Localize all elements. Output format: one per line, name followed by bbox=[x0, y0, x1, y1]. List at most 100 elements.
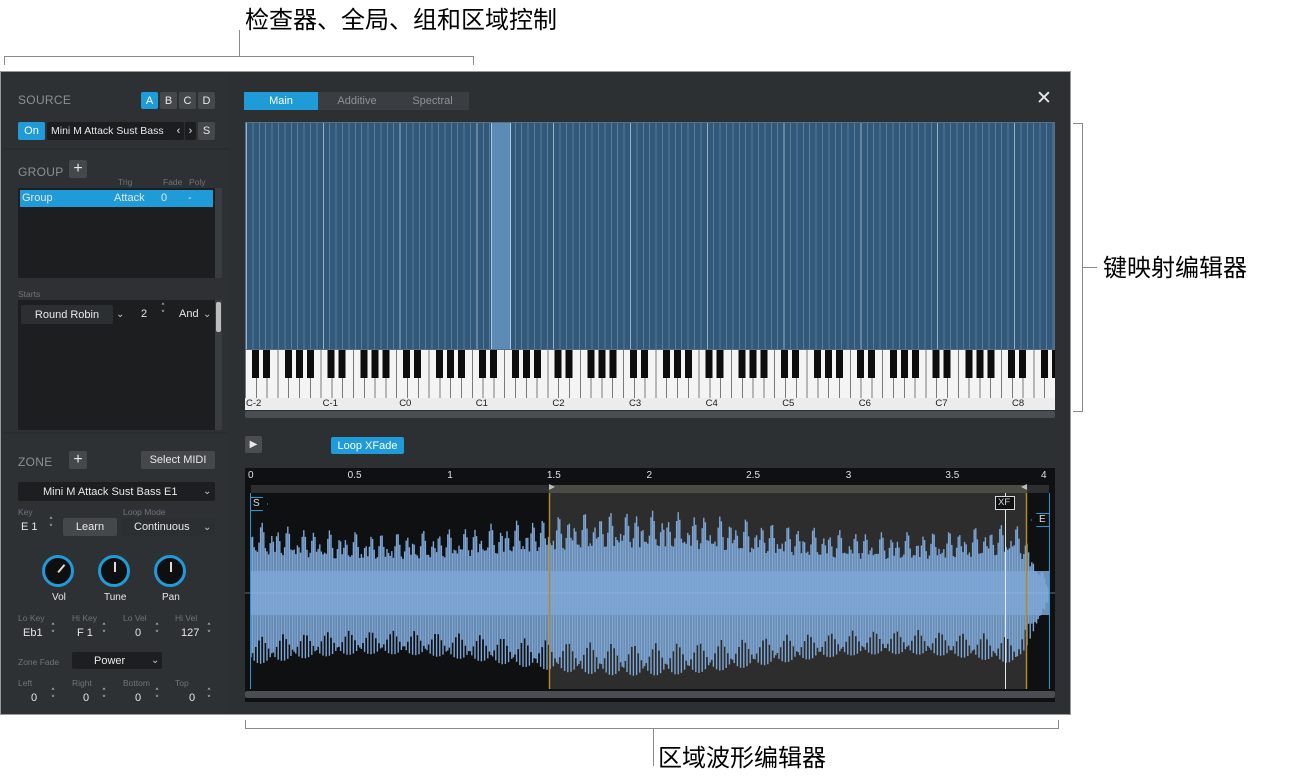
octave-label: C-2 bbox=[246, 398, 262, 409]
left-value[interactable]: 0 bbox=[31, 692, 37, 704]
editor-panel: Main Additive Spectral ✕ C-2 C-1 C0 C1 C2 C3 C… bbox=[230, 74, 1068, 714]
and-chevron-icon[interactable]: ⌄ bbox=[203, 309, 211, 320]
right-stepper-icon[interactable]: ˄ ˅ bbox=[100, 689, 108, 705]
lo-key-value[interactable]: Eb1 bbox=[23, 627, 43, 639]
loop-mode-chevron-icon[interactable]: ⌄ bbox=[203, 522, 211, 533]
group-section: GROUP + Trig Fade Poly Group Attack 0 - … bbox=[3, 150, 229, 432]
source-prev-button[interactable]: ‹ bbox=[173, 122, 184, 140]
octave-label: C4 bbox=[705, 398, 718, 409]
loop-xfade-button[interactable]: Loop XFade bbox=[331, 437, 404, 454]
rr-count-stepper-icon[interactable]: ˄ ˅ bbox=[159, 304, 167, 320]
vol-knob[interactable] bbox=[35, 548, 81, 594]
left-label: Left bbox=[18, 678, 33, 688]
hi-vel-stepper-icon[interactable]: ˄ ˅ bbox=[205, 624, 213, 640]
callout-bracket-bottom bbox=[245, 720, 1059, 729]
keymap-scrollbar[interactable] bbox=[245, 411, 1055, 418]
source-next-button[interactable]: › bbox=[185, 122, 196, 140]
tab-spectral[interactable]: Spectral bbox=[396, 92, 469, 110]
vol-knob-label: Vol bbox=[52, 592, 66, 603]
zone-fade-select[interactable]: Power bbox=[72, 652, 162, 669]
right-label: Right bbox=[72, 678, 92, 688]
waveform-display bbox=[245, 484, 1055, 689]
and-select[interactable]: And bbox=[179, 308, 199, 320]
key-value[interactable]: E 1 bbox=[21, 521, 38, 533]
octave-label: C6 bbox=[858, 398, 871, 409]
group-col-fade: Fade bbox=[163, 177, 183, 187]
callout-leader-top bbox=[239, 30, 240, 56]
sampler-window: SOURCE A B C D On Mini M Attack Sust Bas… bbox=[0, 71, 1071, 715]
group-list-scrollbar[interactable] bbox=[215, 188, 222, 278]
round-robin-select[interactable]: Round Robin bbox=[21, 305, 113, 324]
waveform-scrollbar[interactable] bbox=[245, 691, 1055, 698]
callout-leader-right bbox=[1083, 267, 1097, 268]
hi-key-stepper-icon[interactable]: ˄ ˅ bbox=[100, 624, 108, 640]
octave-label: C2 bbox=[552, 398, 565, 409]
source-on-button[interactable]: On bbox=[18, 122, 45, 140]
starts-area: Round Robin ⌄ 2 ˄ ˅ And ⌄ bbox=[18, 300, 215, 430]
callout-leader-bottom bbox=[653, 729, 654, 766]
hi-vel-value[interactable]: 127 bbox=[181, 627, 199, 639]
source-instrument-field[interactable]: Mini M Attack Sust Bass bbox=[47, 122, 175, 140]
loop-mode-label: Loop Mode bbox=[123, 507, 166, 517]
bottom-stepper-icon[interactable]: ˄ ˅ bbox=[153, 689, 161, 705]
lo-vel-label: Lo Vel bbox=[123, 613, 147, 623]
group-col-poly: Poly bbox=[189, 177, 206, 187]
tab-main[interactable]: Main bbox=[244, 92, 318, 110]
top-value[interactable]: 0 bbox=[189, 692, 195, 704]
zone-name-select[interactable]: Mini M Attack Sust Bass E1 bbox=[18, 482, 215, 501]
source-s-button[interactable]: S bbox=[198, 122, 215, 140]
learn-button[interactable]: Learn bbox=[63, 518, 117, 536]
bottom-value[interactable]: 0 bbox=[135, 692, 141, 704]
group-row[interactable]: Group Attack 0 - bbox=[20, 190, 213, 207]
starts-label: Starts bbox=[18, 289, 41, 299]
pan-knob[interactable] bbox=[154, 555, 186, 587]
group-list: Group Attack 0 - bbox=[18, 188, 215, 278]
keyboard-black-keys[interactable] bbox=[245, 350, 1055, 378]
lo-vel-stepper-icon[interactable]: ˄ ˅ bbox=[153, 624, 161, 640]
tab-additive[interactable]: Additive bbox=[318, 92, 396, 110]
key-map-editor[interactable] bbox=[245, 122, 1055, 350]
pan-knob-label: Pan bbox=[162, 592, 180, 603]
inspector-panel: SOURCE A B C D On Mini M Attack Sust Bas… bbox=[3, 74, 229, 714]
source-c-button[interactable]: C bbox=[179, 92, 196, 109]
select-midi-button[interactable]: Select MIDI bbox=[141, 451, 215, 469]
selected-zone-lane[interactable] bbox=[491, 123, 511, 349]
rr-count-value[interactable]: 2 bbox=[141, 308, 147, 320]
key-label: Key bbox=[18, 507, 33, 517]
callout-bracket-top bbox=[4, 56, 474, 65]
starts-scrollbar[interactable] bbox=[215, 300, 222, 430]
tune-knob[interactable] bbox=[98, 555, 130, 587]
hi-key-value[interactable]: F 1 bbox=[77, 627, 93, 639]
right-value[interactable]: 0 bbox=[83, 692, 89, 704]
sample-start-label: S bbox=[253, 498, 260, 509]
key-stepper-icon[interactable]: ˄ ˅ bbox=[47, 518, 55, 534]
top-stepper-icon[interactable]: ˄ ˅ bbox=[205, 689, 213, 705]
close-icon[interactable]: ✕ bbox=[1036, 87, 1052, 109]
source-a-button[interactable]: A bbox=[141, 92, 158, 109]
hi-key-label: Hi Key bbox=[72, 613, 98, 623]
lo-key-label: Lo Key bbox=[18, 613, 45, 623]
loop-start-handle-icon bbox=[549, 484, 555, 490]
loop-mode-select[interactable]: Continuous bbox=[121, 518, 215, 536]
octave-label: C1 bbox=[475, 398, 488, 409]
round-robin-chevron-icon[interactable]: ⌄ bbox=[116, 309, 124, 320]
zone-section: ZONE + Select MIDI Mini M Attack Sust Ba… bbox=[3, 434, 229, 714]
sample-end-label: E bbox=[1039, 514, 1046, 525]
group-row-fade: 0 bbox=[161, 192, 168, 204]
group-add-button[interactable]: + bbox=[69, 160, 87, 178]
source-b-button[interactable]: B bbox=[160, 92, 177, 109]
group-row-trig: Attack bbox=[114, 192, 145, 204]
callout-inspector: 检查器、全局、组和区域控制 bbox=[245, 6, 557, 34]
xfade-flag[interactable]: XF bbox=[995, 496, 1015, 510]
lo-key-stepper-icon[interactable]: ˄ ˅ bbox=[49, 624, 57, 640]
zone-add-button[interactable]: + bbox=[69, 451, 87, 469]
group-col-trig: Trig bbox=[118, 177, 133, 187]
zone-waveform-editor[interactable]: 0 0.5 1 1.5 2 2.5 3 3.5 4 S E XF bbox=[245, 468, 1055, 702]
lo-vel-value[interactable]: 0 bbox=[135, 627, 141, 639]
source-d-button[interactable]: D bbox=[198, 92, 215, 109]
left-stepper-icon[interactable]: ˄ ˅ bbox=[49, 689, 57, 705]
play-button[interactable]: ▶ bbox=[245, 436, 262, 453]
zone-fade-chevron-icon[interactable]: ⌄ bbox=[151, 655, 159, 666]
zone-name-chevron-icon[interactable]: ⌄ bbox=[203, 486, 211, 497]
octave-label-row: C-2 C-1 C0 C1 C2 C3 C4 C5 C6 C7 C8 bbox=[245, 398, 1055, 410]
